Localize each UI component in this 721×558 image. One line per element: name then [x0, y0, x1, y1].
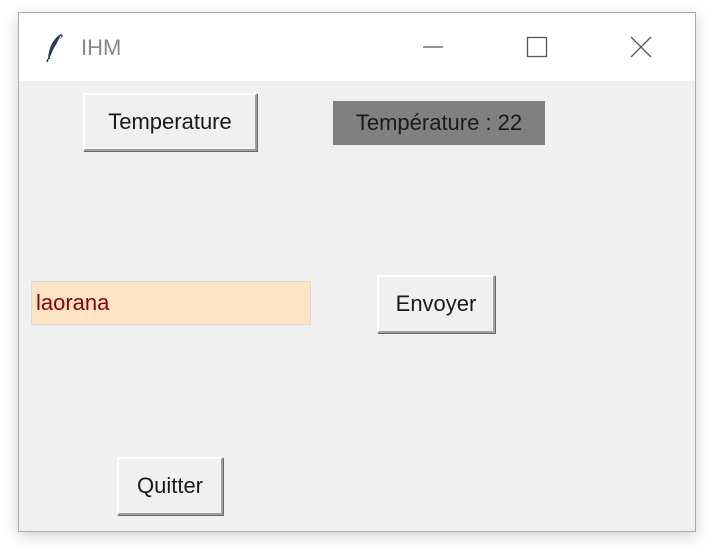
temperature-display: Température : 22 — [333, 101, 545, 145]
client-area: Temperature Température : 22 Envoyer Qui… — [19, 81, 695, 531]
temperature-button[interactable]: Temperature — [83, 93, 257, 151]
close-button[interactable] — [589, 13, 693, 81]
maximize-icon — [526, 36, 548, 58]
app-window: IHM Temperature Température : 22 Envoyer… — [18, 12, 696, 532]
minimize-button[interactable] — [381, 13, 485, 81]
feather-icon — [46, 34, 63, 63]
title-bar[interactable]: IHM — [19, 13, 695, 81]
window-title: IHM — [81, 35, 122, 60]
send-button[interactable]: Envoyer — [377, 275, 495, 333]
minimize-icon — [423, 46, 443, 48]
quit-button[interactable]: Quitter — [117, 457, 223, 515]
maximize-button[interactable] — [485, 13, 589, 81]
text-entry-field[interactable] — [31, 281, 311, 325]
close-icon — [630, 36, 652, 58]
